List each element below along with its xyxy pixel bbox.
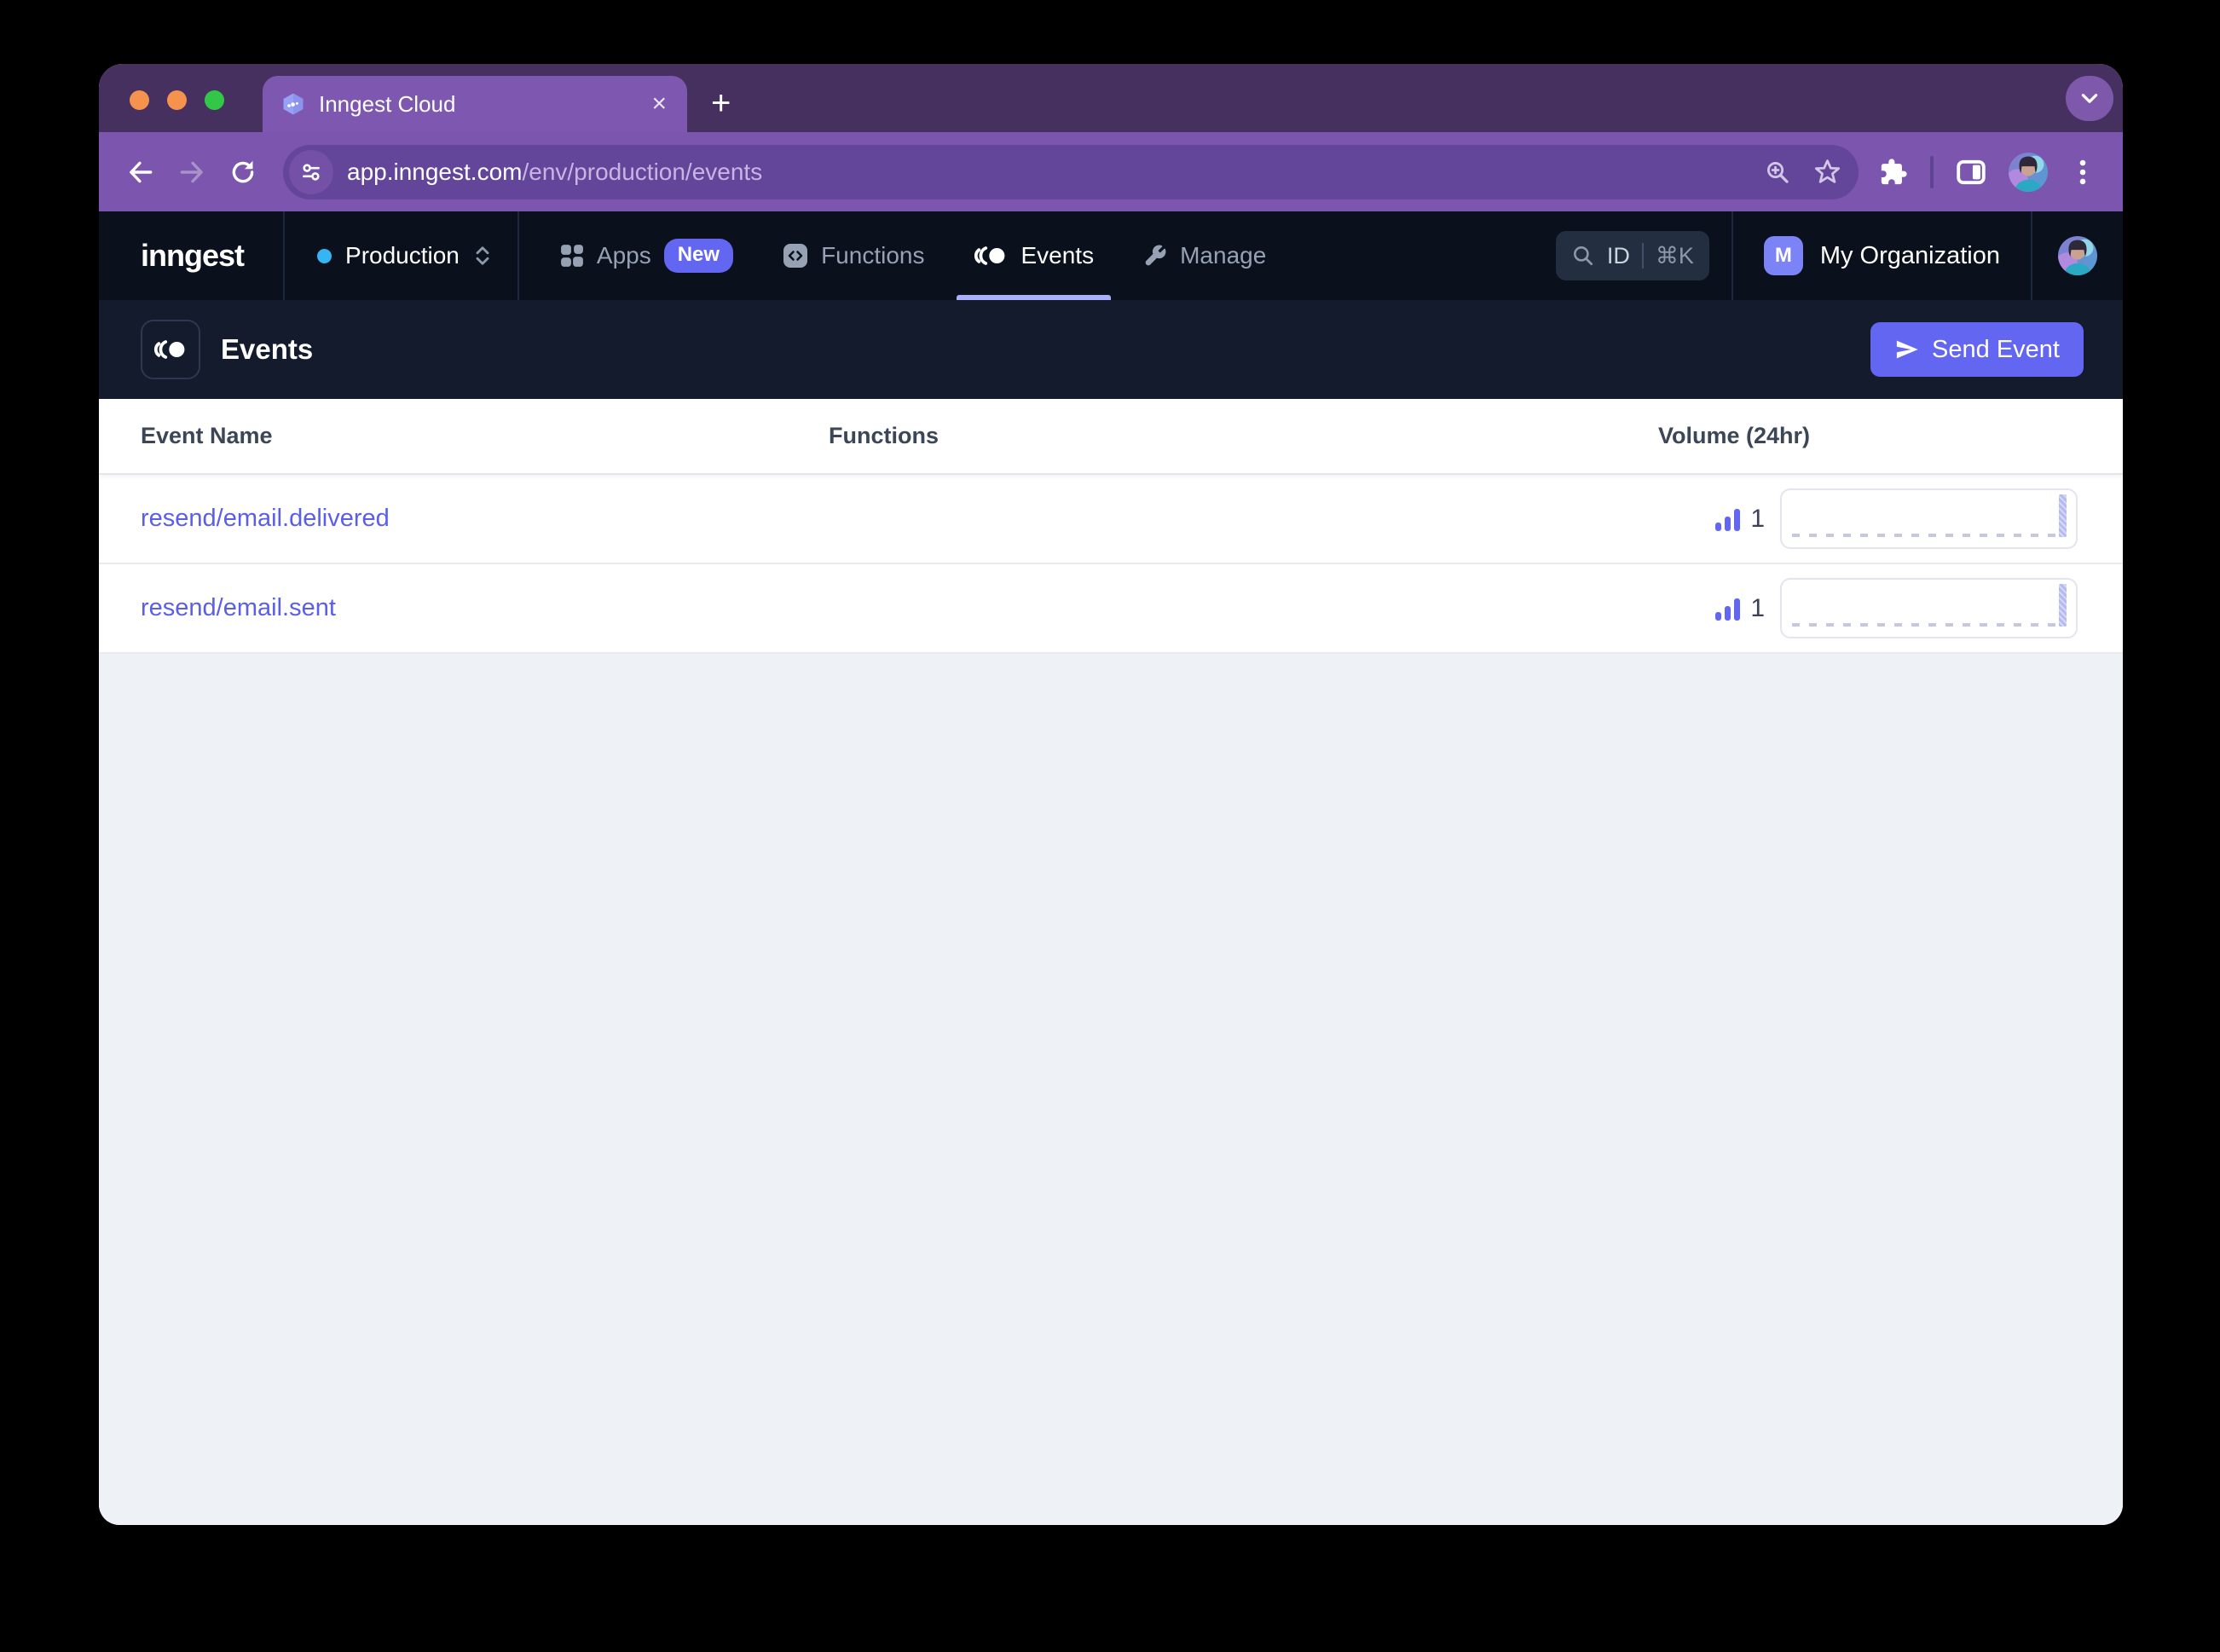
url-bar[interactable]: app.inngest.com/env/production/events [283, 144, 1859, 199]
url-host: app.inngest.com [347, 158, 523, 185]
page-icon-box [141, 320, 200, 379]
send-event-label: Send Event [1932, 335, 2060, 363]
chevron-down-icon [2081, 93, 2098, 103]
manage-wrench-icon [1145, 245, 1166, 266]
close-window-button[interactable] [130, 90, 149, 110]
nav-item-label: Manage [1180, 242, 1267, 269]
search-divider [1641, 243, 1644, 269]
volume-count: 1 [1750, 504, 1765, 533]
search-label: ID [1606, 242, 1630, 269]
browser-window: Inngest Cloud × + app.inngest.com/env/pr… [99, 64, 2123, 1525]
volume-cell: 1 [1658, 488, 2123, 549]
volume-bars-icon [1715, 507, 1741, 531]
sparkline-bar [2059, 584, 2067, 627]
nav-item-label: Functions [821, 242, 925, 269]
volume-cell: 1 [1658, 578, 2123, 638]
send-icon [1896, 340, 1918, 359]
browser-profile-avatar[interactable] [2009, 152, 2048, 192]
inngest-wordmark: inngest [141, 238, 245, 273]
sparkline-baseline [1792, 534, 2066, 537]
sparkline-bar [2059, 494, 2067, 537]
apps-grid-icon [560, 245, 583, 267]
send-event-button[interactable]: Send Event [1870, 322, 2084, 377]
zoom-icon[interactable] [1764, 159, 1791, 186]
inngest-favicon-icon [283, 93, 304, 115]
back-button[interactable] [121, 153, 160, 192]
url-text[interactable]: app.inngest.com/env/production/events [347, 159, 1750, 186]
browser-menu-icon[interactable] [2070, 158, 2096, 187]
reload-button[interactable] [223, 153, 263, 192]
column-header-volume: Volume (24hr) [1658, 423, 1811, 448]
nav-item-functions[interactable]: Functions [783, 211, 924, 300]
user-menu[interactable] [2031, 211, 2123, 300]
table-row[interactable]: resend/email.delivered 1 [99, 475, 2123, 564]
volume-bars-icon [1715, 597, 1741, 621]
browser-toolbar: app.inngest.com/env/production/events [99, 132, 2123, 211]
zoom-window-button[interactable] [205, 90, 224, 110]
column-header-event-name: Event Name [141, 423, 273, 448]
env-status-dot [317, 248, 332, 263]
side-panel-icon[interactable] [1956, 157, 1986, 188]
volume-count: 1 [1750, 593, 1765, 622]
nav-item-events[interactable]: Events [957, 211, 1111, 300]
events-icon [153, 340, 185, 359]
user-avatar[interactable] [2058, 236, 2097, 275]
environment-switcher[interactable]: Production [285, 211, 519, 300]
nav-item-label: Apps [596, 242, 651, 269]
minimize-window-button[interactable] [167, 90, 187, 110]
nav-item-manage[interactable]: Manage [1143, 211, 1266, 300]
search-command-button[interactable]: ID ⌘K [1555, 231, 1709, 280]
events-table-header: Event Name Functions Volume (24hr) [99, 399, 2123, 475]
nav-item-label: Events [1020, 242, 1095, 269]
event-name-link[interactable]: resend/email.sent [141, 594, 829, 622]
page-title: Events [221, 333, 314, 365]
site-settings-icon[interactable] [289, 149, 333, 194]
extensions-icon[interactable] [1879, 158, 1908, 187]
main-menu: Apps New Functions Events Manage [560, 211, 1266, 300]
sparkline-baseline [1792, 623, 2066, 627]
functions-code-icon [783, 244, 808, 268]
browser-tab-strip: Inngest Cloud × + [99, 64, 2123, 132]
volume-sparkline-chart [1780, 578, 2078, 638]
nav-item-apps[interactable]: Apps New [560, 211, 734, 300]
toolbar-divider [1930, 155, 1934, 188]
page-header: Events Send Event [99, 300, 2123, 399]
column-header-functions: Functions [829, 423, 939, 448]
app-navbar: inngest Production Apps New Functions Ev… [99, 211, 2123, 300]
forward-button[interactable] [172, 153, 211, 192]
table-row[interactable]: resend/email.sent 1 [99, 564, 2123, 654]
content-background [99, 654, 2123, 1525]
browser-tab[interactable]: Inngest Cloud × [263, 76, 687, 132]
org-name: My Organization [1819, 241, 2000, 269]
event-name-link[interactable]: resend/email.delivered [141, 505, 829, 533]
bookmark-star-icon[interactable] [1813, 158, 1841, 186]
env-label: Production [345, 242, 460, 269]
new-badge: New [663, 239, 734, 273]
chevron-updown-icon [476, 246, 489, 265]
window-controls [130, 90, 224, 110]
events-icon [974, 246, 1005, 265]
org-initial-badge: M [1763, 236, 1803, 275]
search-icon [1573, 246, 1593, 266]
url-path: /env/production/events [522, 158, 763, 185]
tab-search-button[interactable] [2066, 76, 2113, 121]
inngest-logo[interactable]: inngest [99, 211, 286, 300]
volume-sparkline-chart [1780, 488, 2078, 549]
search-shortcut: ⌘K [1655, 242, 1694, 269]
new-tab-button[interactable]: + [711, 86, 731, 120]
close-tab-icon[interactable]: × [646, 91, 672, 117]
organization-switcher[interactable]: M My Organization [1731, 211, 2031, 300]
tab-title: Inngest Cloud [319, 90, 456, 117]
